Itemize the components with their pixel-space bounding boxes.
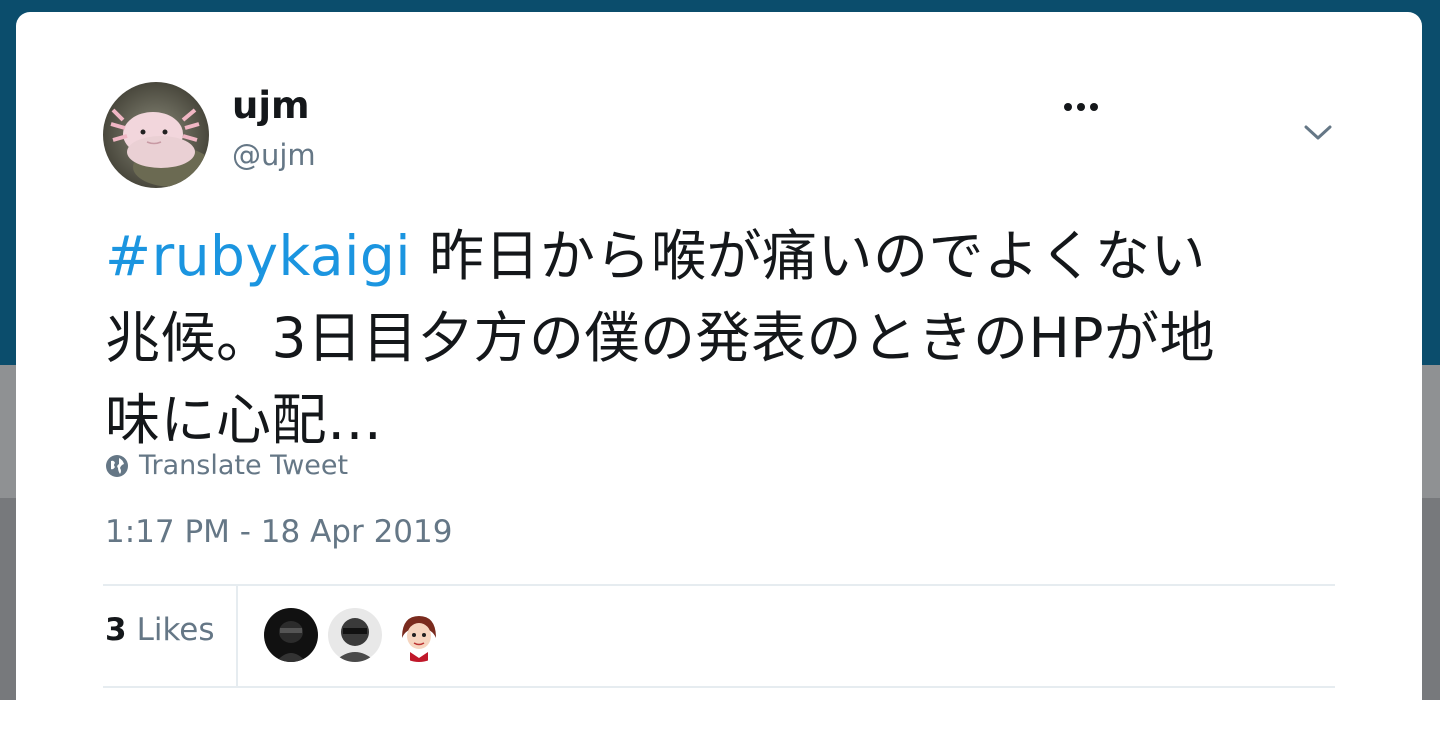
- tweet-line-2: 兆候。3日目夕方の僕の発表のときのHPが地: [105, 306, 1216, 370]
- likes-label: Likes: [136, 612, 215, 648]
- chevron-down-icon: [1304, 125, 1332, 140]
- translate-tweet-link[interactable]: Translate Tweet: [105, 450, 348, 481]
- tweet-text: #rubykaigi 昨日から喉が痛いのでよくない 兆候。3日目夕方の僕の発表の…: [105, 215, 1335, 461]
- more-options-button[interactable]: [1060, 92, 1104, 122]
- author-handle[interactable]: @ujm: [232, 138, 316, 172]
- liker-avatar-image: [328, 608, 382, 662]
- liker-avatar[interactable]: [392, 608, 446, 662]
- hashtag-link[interactable]: #rubykaigi: [105, 224, 411, 288]
- axolotl-avatar-image: [103, 82, 209, 188]
- stats-divider-bottom: [103, 686, 1335, 688]
- tweet-timestamp[interactable]: 1:17 PM - 18 Apr 2019: [105, 514, 452, 550]
- author-display-name[interactable]: ujm: [232, 84, 310, 127]
- tweet-line-1: #rubykaigi 昨日から喉が痛いのでよくない: [105, 215, 1335, 297]
- more-horizontal-icon: [1064, 103, 1098, 111]
- likes-stat[interactable]: 3 Likes: [105, 612, 215, 648]
- globe-icon: [106, 454, 128, 477]
- tweet-line-3: 味に心配…: [105, 388, 383, 452]
- likes-count: 3: [105, 612, 127, 648]
- liker-avatar-image: [264, 608, 318, 662]
- tweet-menu-button[interactable]: [1298, 116, 1338, 150]
- liker-avatar[interactable]: [328, 608, 382, 662]
- stats-vertical-divider: [236, 586, 238, 686]
- author-avatar[interactable]: [103, 82, 209, 188]
- translate-label: Translate Tweet: [139, 450, 349, 481]
- liker-avatar-image: [392, 608, 446, 662]
- tweet-line-1-text: 昨日から喉が痛いのでよくない: [411, 224, 1207, 288]
- stats-divider-top: [103, 584, 1335, 586]
- liker-avatar[interactable]: [264, 608, 318, 662]
